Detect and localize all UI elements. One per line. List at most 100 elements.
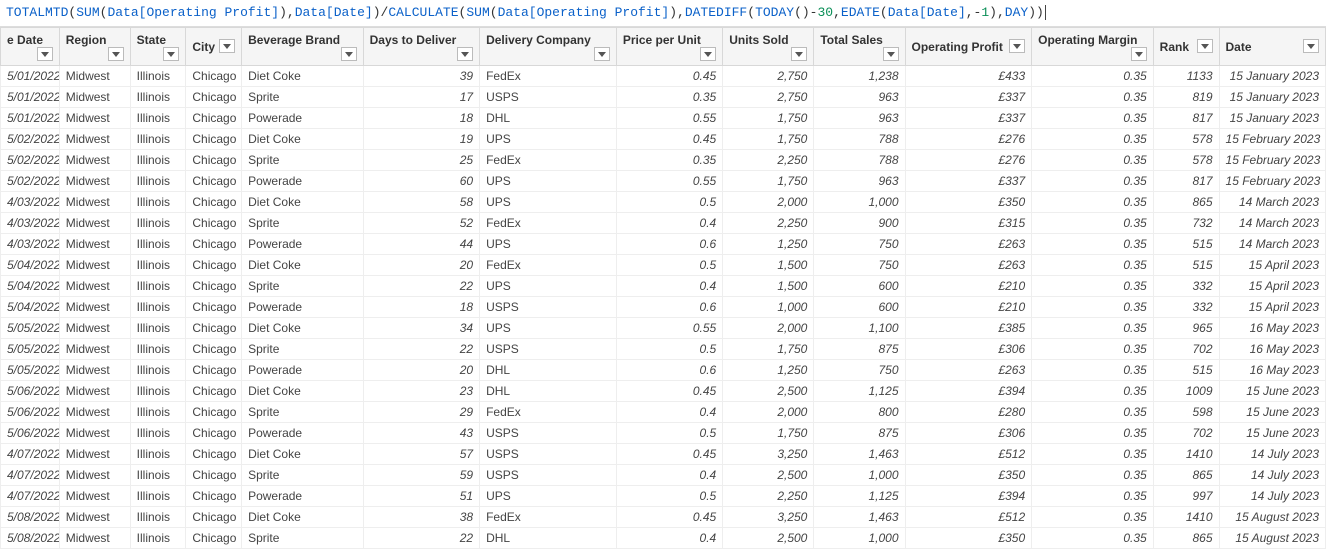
column-header-label: Beverage Brand [248,33,340,47]
column-header-label: Price per Unit [623,33,701,47]
column-header-margin[interactable]: Operating Margin [1032,28,1154,66]
table-row[interactable]: 5/02/2022MidwestIllinoisChicagoSprite25F… [1,149,1326,170]
table-row[interactable]: 5/04/2022MidwestIllinoisChicagoSprite22U… [1,275,1326,296]
table-row[interactable]: 5/01/2022MidwestIllinoisChicagoDiet Coke… [1,65,1326,86]
cell-days: 38 [363,506,479,527]
filter-dropdown-icon[interactable] [219,39,235,53]
cell-deliv: USPS [480,296,617,317]
filter-dropdown-icon[interactable] [883,47,899,61]
table-row[interactable]: 5/05/2022MidwestIllinoisChicagoPowerade2… [1,359,1326,380]
cell-city: Chicago [186,506,242,527]
table-row[interactable]: 5/02/2022MidwestIllinoisChicagoDiet Coke… [1,128,1326,149]
cell-sales: 750 [814,254,905,275]
cell-days: 19 [363,128,479,149]
filter-dropdown-icon[interactable] [1303,39,1319,53]
filter-dropdown-icon[interactable] [108,47,124,61]
cell-deliv: DHL [480,527,617,548]
cell-region: Midwest [59,443,130,464]
table-row[interactable]: 5/06/2022MidwestIllinoisChicagoDiet Coke… [1,380,1326,401]
column-header-price[interactable]: Price per Unit [616,28,722,66]
column-header-brand[interactable]: Beverage Brand [242,28,364,66]
filter-dropdown-icon[interactable] [37,47,53,61]
table-row[interactable]: 5/06/2022MidwestIllinoisChicagoPowerade4… [1,422,1326,443]
filter-dropdown-icon[interactable] [1131,47,1147,61]
cell-profit: £512 [905,443,1032,464]
table-row[interactable]: 4/03/2022MidwestIllinoisChicagoDiet Coke… [1,191,1326,212]
filter-dropdown-icon[interactable] [163,47,179,61]
cell-units: 1,750 [723,338,814,359]
cell-deliv: USPS [480,338,617,359]
cell-price: 0.45 [616,443,722,464]
table-row[interactable]: 5/08/2022MidwestIllinoisChicagoDiet Coke… [1,506,1326,527]
table-row[interactable]: 4/07/2022MidwestIllinoisChicagoDiet Coke… [1,443,1326,464]
table-row[interactable]: 4/03/2022MidwestIllinoisChicagoSprite52F… [1,212,1326,233]
table-row[interactable]: 5/04/2022MidwestIllinoisChicagoPowerade1… [1,296,1326,317]
cell-state: Illinois [130,485,186,506]
column-header-state[interactable]: State [130,28,186,66]
column-header-city[interactable]: City [186,28,242,66]
filter-dropdown-icon[interactable] [1197,39,1213,53]
cell-state: Illinois [130,191,186,212]
cell-profit: £512 [905,506,1032,527]
table-row[interactable]: 5/04/2022MidwestIllinoisChicagoDiet Coke… [1,254,1326,275]
cell-sales: 788 [814,149,905,170]
cell-inv_date: 5/04/2022 [1,296,60,317]
cell-units: 1,750 [723,422,814,443]
cell-margin: 0.35 [1032,464,1154,485]
cell-region: Midwest [59,107,130,128]
cell-units: 2,500 [723,380,814,401]
cell-rank: 1410 [1153,443,1219,464]
formula-bar[interactable]: TOTALMTD(SUM(Data[Operating Profit]),Dat… [0,0,1326,27]
cell-sales: 750 [814,359,905,380]
column-header-profit[interactable]: Operating Profit [905,28,1032,66]
cell-rank: 819 [1153,86,1219,107]
column-header-rank[interactable]: Rank [1153,28,1219,66]
table-row[interactable]: 4/03/2022MidwestIllinoisChicagoPowerade4… [1,233,1326,254]
table-row[interactable]: 5/05/2022MidwestIllinoisChicagoSprite22U… [1,338,1326,359]
table-row[interactable]: 5/06/2022MidwestIllinoisChicagoSprite29F… [1,401,1326,422]
cell-date: 14 March 2023 [1219,191,1325,212]
column-header-date[interactable]: Date [1219,28,1325,66]
cell-city: Chicago [186,527,242,548]
cell-price: 0.55 [616,107,722,128]
cell-inv_date: 4/03/2022 [1,233,60,254]
cell-rank: 515 [1153,359,1219,380]
cell-price: 0.35 [616,86,722,107]
filter-dropdown-icon[interactable] [594,47,610,61]
cell-profit: £337 [905,170,1032,191]
table-row[interactable]: 5/08/2022MidwestIllinoisChicagoSprite22D… [1,527,1326,548]
filter-dropdown-icon[interactable] [1009,39,1025,53]
filter-dropdown-icon[interactable] [341,47,357,61]
cell-price: 0.4 [616,401,722,422]
cell-deliv: UPS [480,485,617,506]
table-row[interactable]: 4/07/2022MidwestIllinoisChicagoPowerade5… [1,485,1326,506]
cell-sales: 875 [814,422,905,443]
cell-region: Midwest [59,191,130,212]
cell-brand: Diet Coke [242,380,364,401]
table-row[interactable]: 5/02/2022MidwestIllinoisChicagoPowerade6… [1,170,1326,191]
cell-brand: Diet Coke [242,128,364,149]
cell-deliv: FedEx [480,401,617,422]
column-header-inv_date[interactable]: e Date [1,28,60,66]
cell-price: 0.4 [616,275,722,296]
cell-city: Chicago [186,443,242,464]
cell-margin: 0.35 [1032,233,1154,254]
filter-dropdown-icon[interactable] [700,47,716,61]
cell-state: Illinois [130,506,186,527]
column-header-units[interactable]: Units Sold [723,28,814,66]
cell-sales: 788 [814,128,905,149]
column-header-days[interactable]: Days to Deliver [363,28,479,66]
table-row[interactable]: 5/01/2022MidwestIllinoisChicagoPowerade1… [1,107,1326,128]
cell-deliv: DHL [480,359,617,380]
filter-dropdown-icon[interactable] [457,47,473,61]
table-row[interactable]: 5/05/2022MidwestIllinoisChicagoDiet Coke… [1,317,1326,338]
column-header-sales[interactable]: Total Sales [814,28,905,66]
cell-brand: Sprite [242,86,364,107]
table-row[interactable]: 5/01/2022MidwestIllinoisChicagoSprite17U… [1,86,1326,107]
column-header-deliv[interactable]: Delivery Company [480,28,617,66]
column-header-region[interactable]: Region [59,28,130,66]
cell-units: 2,250 [723,212,814,233]
cell-price: 0.4 [616,212,722,233]
table-row[interactable]: 4/07/2022MidwestIllinoisChicagoSprite59U… [1,464,1326,485]
filter-dropdown-icon[interactable] [791,47,807,61]
